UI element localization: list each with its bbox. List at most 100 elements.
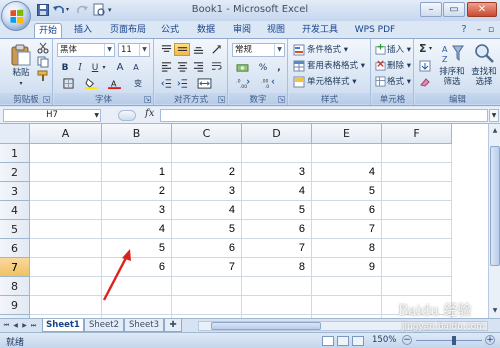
sort-filter-icon[interactable]: AZ [441,42,465,66]
format-cells-button[interactable]: 格式 ▾ [387,75,411,89]
cell-b3[interactable]: 2 [102,182,172,201]
number-format-combo[interactable]: 常规 ▼ [232,43,285,57]
cell-d2[interactable]: 3 [242,163,312,182]
sheet-tab-1[interactable]: Sheet1 [42,319,84,332]
cell-d8[interactable] [242,277,312,296]
zoom-in-icon[interactable]: + [485,335,495,345]
cell-c1[interactable] [172,144,242,163]
clear-icon[interactable] [419,76,431,88]
name-box[interactable]: H7 ▼ [3,109,101,122]
cell-c9[interactable] [172,296,242,315]
horizontal-scroll-thumb[interactable] [211,322,321,330]
cell-f4[interactable] [382,201,452,220]
cell-b5[interactable]: 4 [102,220,172,239]
font-size-combo[interactable]: 11 ▼ [118,43,150,57]
font-launcher-icon[interactable]: ↘ [144,96,151,103]
insert-sheet-icon[interactable]: ✚ [164,319,182,332]
cell-a1[interactable] [30,144,102,163]
cell-d4[interactable]: 5 [242,201,312,220]
cell-d5[interactable]: 6 [242,220,312,239]
number-launcher-icon[interactable]: ↘ [278,96,285,103]
underline-dropdown-icon[interactable]: ▾ [100,61,108,74]
conditional-format-button[interactable]: 条件格式 ▾ [307,43,348,57]
decrease-indent-button[interactable] [158,77,174,90]
align-center-button[interactable] [174,60,190,73]
cell-e1[interactable] [312,144,382,163]
row-header-7[interactable]: 7 [0,258,30,277]
cell-a3[interactable] [30,182,102,201]
cell-c7[interactable]: 7 [172,258,242,277]
delete-cells-button[interactable]: 删除 ▾ [387,59,411,73]
percent-button[interactable]: % [255,61,271,74]
cell-e4[interactable]: 6 [312,201,382,220]
align-bottom-button[interactable] [190,43,206,56]
row-header-4[interactable]: 4 [0,201,30,220]
find-select-icon[interactable] [473,42,495,66]
bold-button[interactable]: B [57,61,73,74]
page-break-view-icon[interactable] [352,336,364,346]
cell-e8[interactable] [312,277,382,296]
cell-b2[interactable]: 1 [102,163,172,182]
cell-d3[interactable]: 4 [242,182,312,201]
shrink-font-button[interactable]: A [128,61,144,74]
row-header-2[interactable]: 2 [0,163,30,182]
minimize-button[interactable]: – [420,2,442,17]
phonetic-button[interactable]: 变 [128,77,148,90]
cell-a9[interactable] [30,296,102,315]
border-button[interactable] [57,77,79,90]
tab-developer[interactable]: 开发工具 [298,23,342,38]
column-header-f[interactable]: F [382,124,452,144]
cell-e9[interactable] [312,296,382,315]
row-header-5[interactable]: 5 [0,220,30,239]
sheet-tab-2[interactable]: Sheet2 [84,319,124,332]
tab-view[interactable]: 视图 [262,23,290,38]
cell-e5[interactable]: 7 [312,220,382,239]
align-middle-button[interactable] [174,43,190,56]
formula-bar-handle-icon[interactable] [118,110,136,121]
cell-a2[interactable] [30,163,102,182]
page-layout-view-icon[interactable] [337,336,349,346]
cell-c5[interactable]: 5 [172,220,242,239]
cell-f8[interactable] [382,277,452,296]
merge-center-button[interactable] [192,77,216,90]
row-header-8[interactable]: 8 [0,277,30,296]
wrap-text-button[interactable] [208,60,224,73]
cell-c6[interactable]: 6 [172,239,242,258]
cell-d1[interactable] [242,144,312,163]
insert-cells-button[interactable]: 插入 ▾ [387,43,411,57]
zoom-slider[interactable] [416,340,482,341]
increase-decimal-button[interactable]: .0.00 [232,77,254,90]
scroll-up-icon[interactable]: ▲ [490,126,500,136]
comma-button[interactable]: , [271,61,287,74]
cell-e6[interactable]: 8 [312,239,382,258]
first-sheet-icon[interactable]: ⏮ [2,321,11,331]
orientation-button[interactable] [208,43,224,56]
format-as-table-button[interactable]: 套用表格格式 ▾ [307,59,365,73]
currency-button[interactable] [232,61,252,74]
normal-view-icon[interactable] [322,336,334,346]
cell-d6[interactable]: 7 [242,239,312,258]
cell-c8[interactable] [172,277,242,296]
autosum-dropdown-icon[interactable]: ▾ [429,42,432,56]
column-header-c[interactable]: C [172,124,242,144]
fill-icon[interactable] [419,60,431,72]
cell-a6[interactable] [30,239,102,258]
zoom-slider-thumb[interactable] [452,336,456,345]
scroll-down-icon[interactable]: ▼ [490,306,500,316]
column-header-e[interactable]: E [312,124,382,144]
row-header-3[interactable]: 3 [0,182,30,201]
next-sheet-icon[interactable]: ▶ [20,321,29,331]
align-right-button[interactable] [190,60,206,73]
autosum-button[interactable]: Σ [419,42,427,56]
cell-a5[interactable] [30,220,102,239]
row-header-1[interactable]: 1 [0,144,30,163]
paste-dropdown-icon[interactable]: ▾ [14,79,28,89]
cell-a8[interactable] [30,277,102,296]
worksheet-grid[interactable]: ABCDEF 12345678910 123423453456456756786… [0,124,488,318]
maximize-button[interactable]: ▭ [443,2,465,17]
cell-f7[interactable] [382,258,452,277]
grow-font-button[interactable]: A [112,61,128,74]
tab-review[interactable]: 审阅 [228,23,256,38]
fill-color-button[interactable] [81,77,101,90]
cell-d7[interactable]: 8 [242,258,312,277]
